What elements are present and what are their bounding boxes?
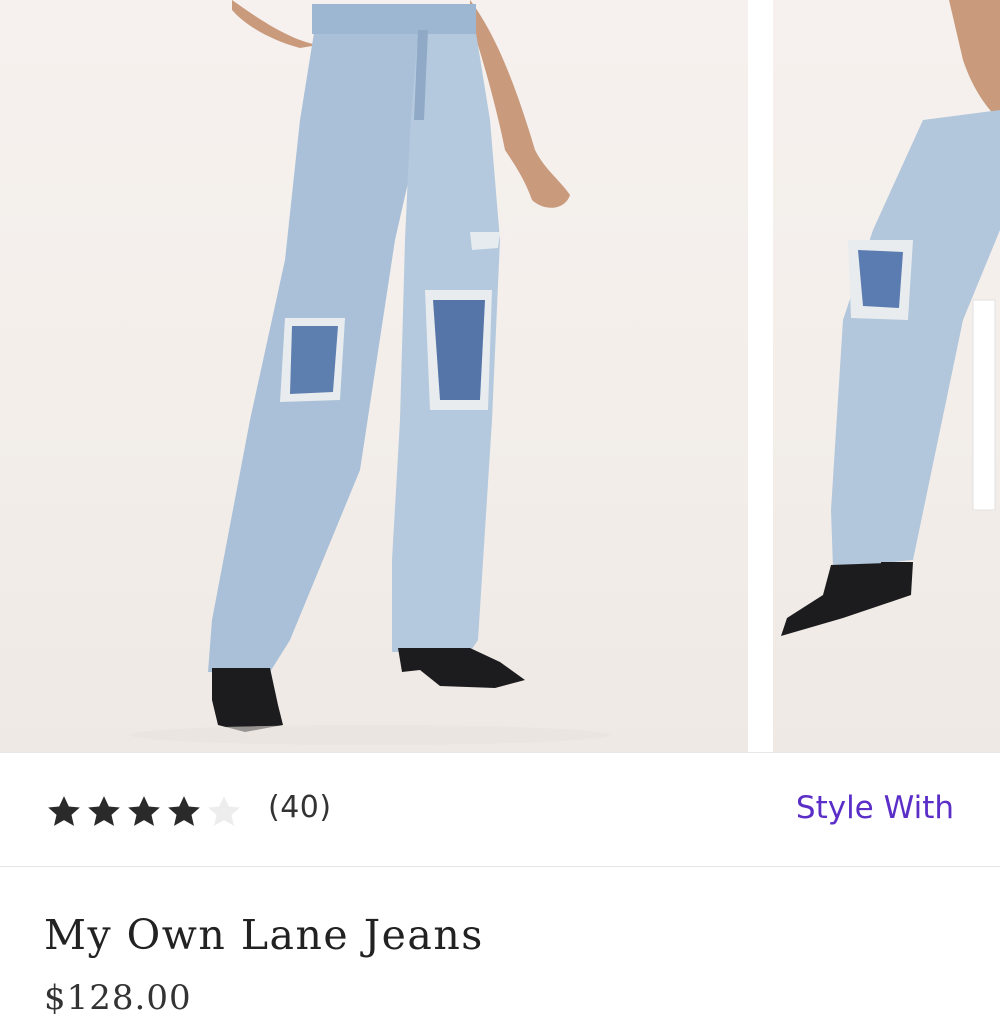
- product-image-gallery[interactable]: [0, 0, 1000, 752]
- star-icon: [128, 796, 160, 826]
- product-title: My Own Lane Jeans: [44, 911, 484, 959]
- style-with-link[interactable]: Style With: [796, 790, 954, 826]
- star-empty-icon: [208, 796, 240, 826]
- jeans-side-image: [781, 0, 1000, 636]
- product-image-secondary[interactable]: [773, 0, 1000, 752]
- jeans-front-image: [130, 0, 610, 745]
- product-price: $128.00: [44, 978, 192, 1018]
- divider-middle: [0, 866, 1000, 867]
- star-icon: [168, 796, 200, 826]
- star-icon: [88, 796, 120, 826]
- product-image-main[interactable]: [0, 0, 748, 752]
- review-count[interactable]: (40): [268, 790, 332, 825]
- star-icon: [48, 796, 80, 826]
- star-rating[interactable]: [44, 792, 244, 832]
- divider-top: [0, 752, 1000, 753]
